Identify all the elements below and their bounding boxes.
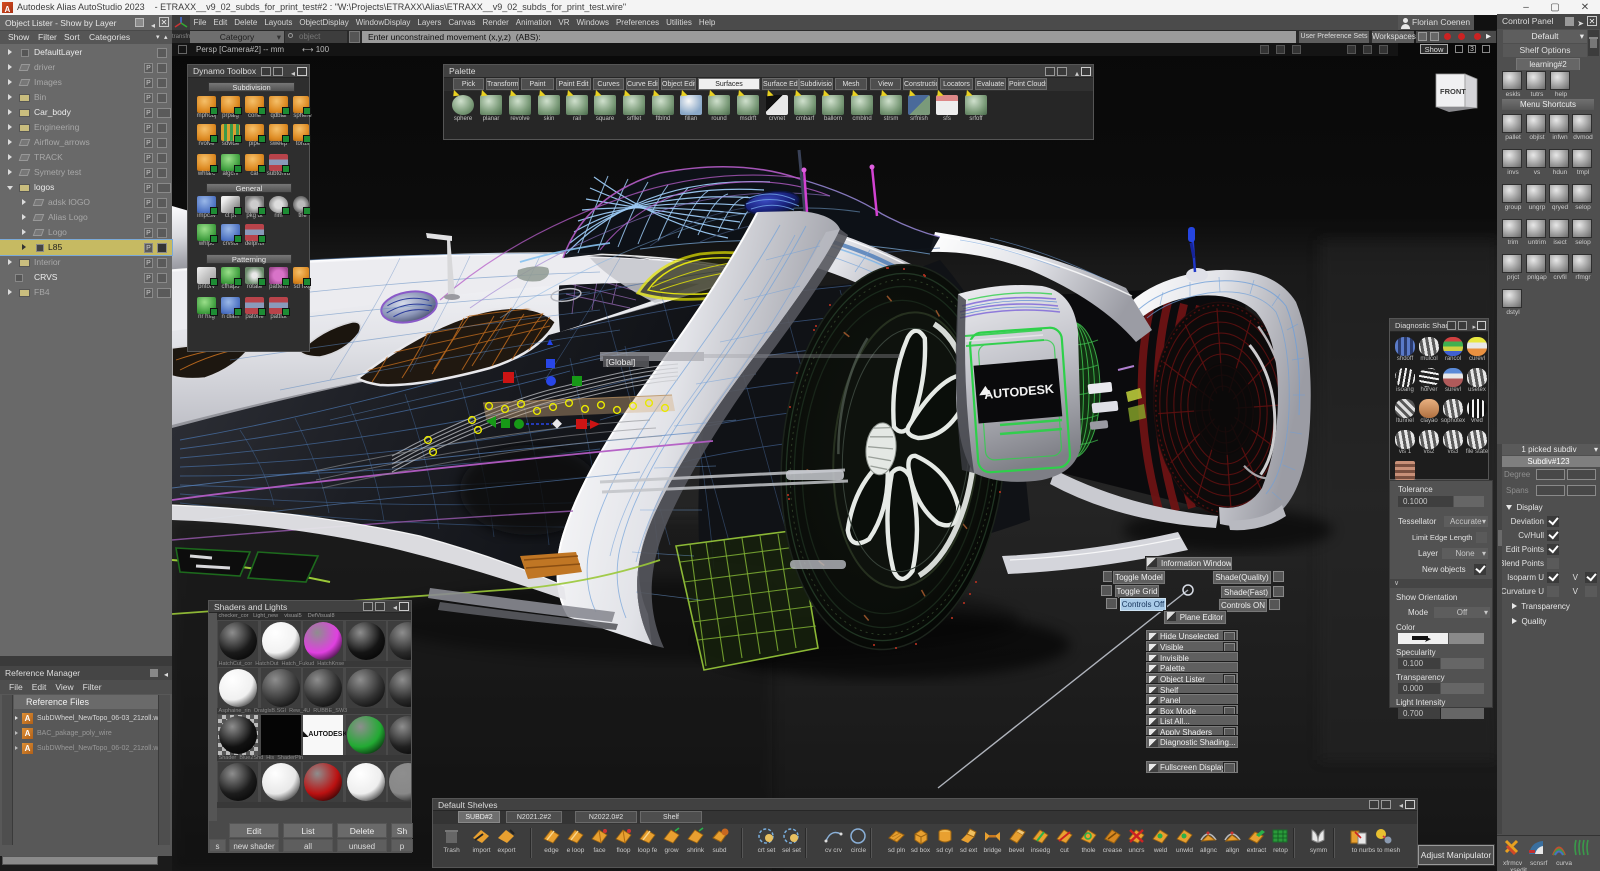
svg-text:FRONT: FRONT	[1440, 87, 1466, 96]
svg-text:[Global]: [Global]	[606, 357, 635, 367]
